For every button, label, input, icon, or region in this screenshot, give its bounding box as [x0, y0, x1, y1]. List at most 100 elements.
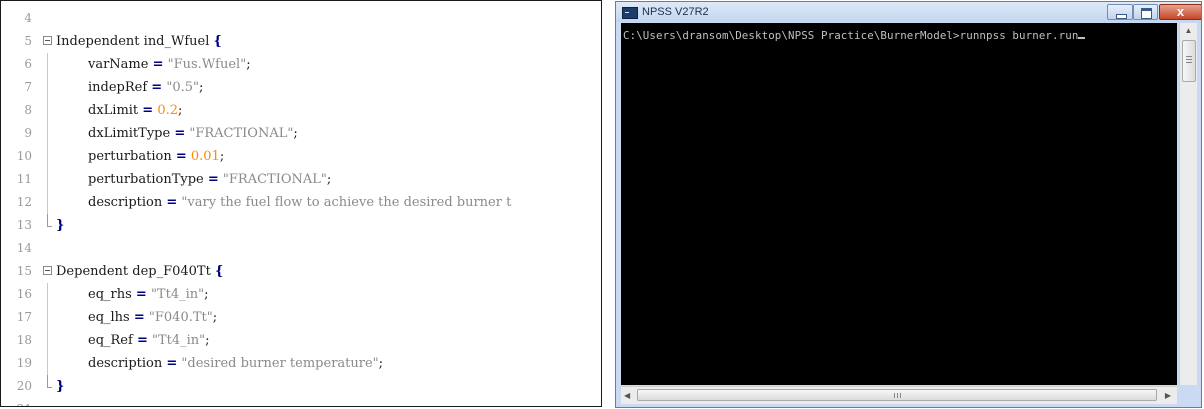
line-number-text: 18	[16, 333, 32, 347]
code-text: }	[56, 375, 64, 398]
line-number: 9	[1, 122, 34, 145]
code-token: =	[135, 287, 147, 302]
code-token: =	[207, 172, 219, 187]
code-line[interactable]: 12 description = "vary the fuel flow to a…	[1, 191, 601, 214]
code-text: eq_lhs = "F040.Tt";	[56, 306, 217, 329]
line-number: 17	[1, 306, 34, 329]
close-button[interactable]	[1159, 4, 1201, 20]
fold-toggle-icon[interactable]	[43, 265, 53, 278]
code-line[interactable]: 5 Independent ind_Wfuel {	[1, 30, 601, 53]
scroll-left-arrow-icon[interactable]: ◀	[624, 387, 630, 404]
line-number-text: 5	[24, 34, 32, 48]
code-token: ;	[326, 172, 332, 187]
code-token: ;	[198, 80, 204, 95]
fold-guide-icon	[43, 306, 53, 329]
line-number-text: 10	[16, 149, 32, 163]
code-line[interactable]: 7 indepRef = "0.5";	[1, 76, 601, 99]
code-line[interactable]: 17 eq_lhs = "F040.Tt";	[1, 306, 601, 329]
fold-guide-icon	[43, 375, 53, 393]
line-number: 7	[1, 76, 34, 99]
code-line[interactable]: 8 dxLimit = 0.2;	[1, 99, 601, 122]
code-token: =	[136, 333, 148, 348]
line-number: 10	[1, 145, 34, 168]
title-bar[interactable]: NPSS V27R2	[616, 2, 1201, 22]
code-text: dxLimit = 0.2;	[56, 99, 182, 122]
command-text: C:\Users\dransom\Desktop\NPSS Practice\B…	[623, 29, 1079, 42]
code-token: ;	[246, 57, 251, 72]
code-token: 0.01	[190, 149, 220, 164]
code-token: {	[213, 34, 222, 49]
code-line[interactable]: 9 dxLimitType = "FRACTIONAL";	[1, 122, 601, 145]
code-line[interactable]: 21	[1, 398, 601, 406]
code-line[interactable]: 16 eq_rhs = "Tt4_in";	[1, 283, 601, 306]
code-token: ;	[293, 126, 298, 141]
code-token: =	[174, 126, 186, 141]
code-line[interactable]: 6 varName = "Fus.Wfuel";	[1, 53, 601, 76]
code-text: Independent ind_Wfuel {	[56, 30, 222, 53]
fold-guide-icon	[43, 191, 53, 214]
code-line[interactable]: 20}	[1, 375, 601, 398]
code-token: =	[133, 310, 145, 325]
fold-guide-icon	[43, 122, 53, 145]
line-number: 5	[1, 30, 34, 53]
code-token: ;	[219, 149, 225, 164]
fold-guide-icon	[43, 352, 53, 375]
code-token: ;	[178, 103, 183, 118]
line-number-text: 8	[24, 103, 32, 117]
console-output[interactable]: C:\Users\dransom\Desktop\NPSS Practice\B…	[621, 23, 1177, 385]
fold-guide-icon	[43, 76, 53, 99]
line-number: 6	[1, 53, 34, 76]
scroll-up-arrow-icon[interactable]: ▲	[1180, 23, 1197, 39]
code-token: "Fus.Wfuel"	[167, 57, 247, 72]
code-token: ;	[212, 310, 218, 325]
console-window[interactable]: NPSS V27R2 C:\Users\dransom\Desktop\NPSS…	[615, 1, 1202, 408]
vertical-scrollbar[interactable]: ▲	[1179, 23, 1197, 385]
code-line[interactable]: 18 eq_Ref = "Tt4_in";	[1, 329, 601, 352]
line-number-text: 15	[16, 264, 32, 278]
code-editor[interactable]: 4 5 Independent ind_Wfuel {6 varName = "Fus…	[0, 0, 602, 407]
horizontal-scrollbar[interactable]: ◀ ▶	[621, 386, 1177, 404]
code-token: perturbation	[88, 149, 176, 164]
fold-guide-icon	[43, 214, 53, 232]
line-number-text: 4	[24, 11, 32, 25]
line-number: 12	[1, 191, 34, 214]
code-token: Independent ind_Wfuel	[56, 34, 214, 49]
code-line[interactable]: 13}	[1, 214, 601, 237]
code-line[interactable]: 14	[1, 237, 601, 260]
minimize-button[interactable]	[1107, 4, 1133, 20]
line-number-text: 6	[24, 57, 32, 71]
code-line[interactable]: 15 Dependent dep_F040Tt {	[1, 260, 601, 283]
code-token: "FRACTIONAL"	[189, 126, 294, 141]
code-text: description = "vary the fuel flow to ach…	[56, 191, 511, 214]
code-text: perturbationType = "FRACTIONAL";	[56, 168, 331, 191]
maximize-button[interactable]	[1133, 4, 1158, 20]
code-line[interactable]: 10 perturbation = 0.01;	[1, 145, 601, 168]
code-token: "F040.Tt"	[148, 310, 213, 325]
line-number-text: 7	[24, 80, 32, 94]
code-token: dxLimit	[88, 103, 143, 118]
line-number-text: 14	[16, 241, 32, 255]
code-token: }	[56, 218, 65, 233]
code-token: =	[166, 356, 178, 371]
code-line[interactable]: 11 perturbationType = "FRACTIONAL";	[1, 168, 601, 191]
fold-guide-icon	[43, 283, 53, 306]
code-line[interactable]: 19 description = "desired burner temperat…	[1, 352, 601, 375]
line-number-text: 16	[16, 287, 32, 301]
code-token: description	[88, 356, 167, 371]
code-token: varName	[88, 57, 153, 72]
horizontal-scroll-thumb[interactable]	[637, 389, 1157, 401]
line-number: 13	[1, 214, 34, 237]
code-line[interactable]: 4	[1, 7, 601, 30]
code-text: }	[56, 214, 64, 237]
code-token: eq_rhs	[88, 287, 136, 302]
code-token: }	[56, 379, 65, 394]
code-token: ;	[204, 287, 209, 302]
fold-toggle-icon[interactable]	[43, 35, 53, 48]
code-token: =	[175, 149, 187, 164]
scroll-right-arrow-icon[interactable]: ▶	[1165, 387, 1171, 404]
code-token: eq_lhs	[88, 310, 134, 325]
vertical-scroll-thumb[interactable]	[1182, 40, 1196, 82]
line-number: 15	[1, 260, 34, 283]
text-cursor	[1078, 37, 1086, 39]
code-token: 0.2	[157, 103, 179, 118]
